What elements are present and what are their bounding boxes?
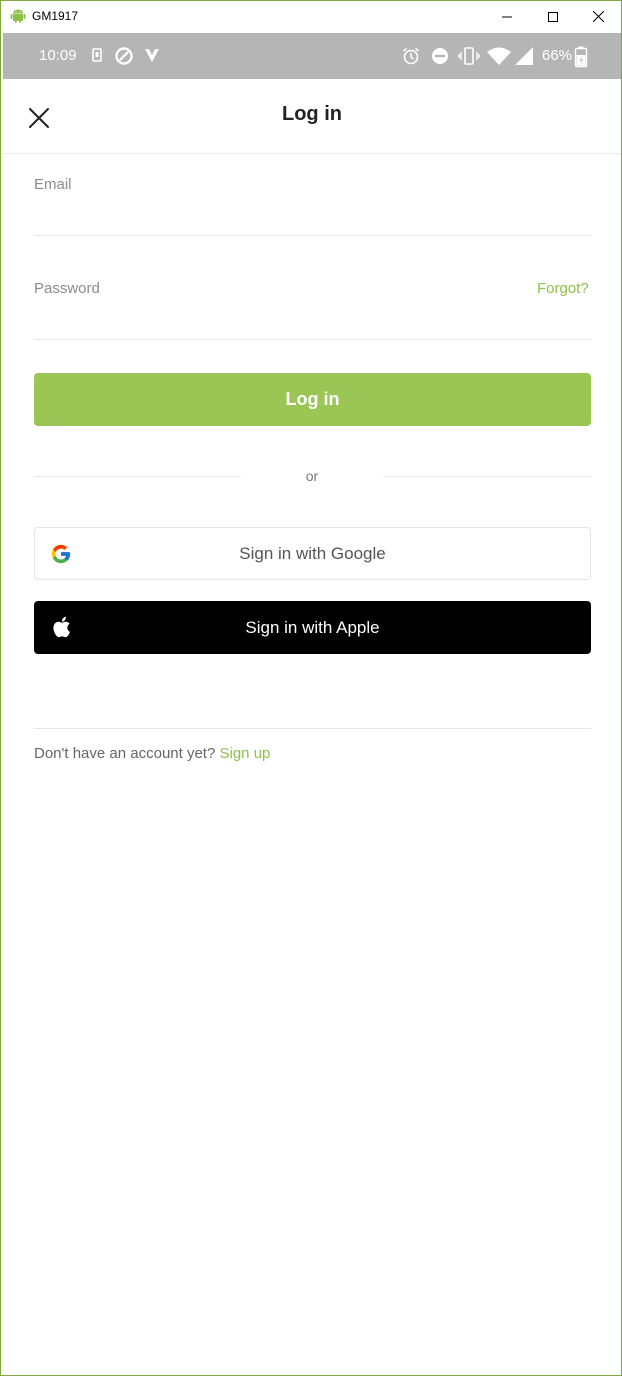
minimize-button[interactable]	[484, 1, 530, 32]
minimize-icon	[502, 16, 512, 17]
page-title: Log in	[282, 103, 342, 125]
password-field[interactable]	[34, 310, 591, 340]
vibrate-icon	[458, 47, 480, 65]
window-title-bar: GM1917	[1, 1, 621, 32]
wifi-icon	[487, 47, 511, 65]
window-close-button[interactable]	[575, 1, 621, 32]
do-not-disturb-icon	[432, 48, 448, 64]
battery-percent: 66%	[542, 47, 573, 64]
apple-signin-button[interactable]: Sign in with Apple	[34, 601, 591, 654]
status-time: 10:09	[39, 47, 77, 64]
login-button[interactable]: Log in	[34, 373, 591, 426]
google-signin-label: Sign in with Google	[239, 543, 386, 563]
app-window: GM1917 10:09 66% Log in Email Password F…	[0, 0, 622, 1376]
status-bar: 10:09 66%	[3, 33, 621, 79]
password-label: Password	[34, 280, 100, 297]
alarm-icon	[402, 47, 420, 65]
google-signin-button[interactable]: Sign in with Google	[34, 527, 591, 580]
divider-right	[383, 476, 591, 477]
signup-prompt-text: Don't have an account yet?	[34, 745, 216, 762]
sim-icon	[92, 48, 102, 62]
google-icon	[51, 544, 71, 564]
email-label: Email	[34, 176, 72, 193]
app-header: Log in	[3, 79, 621, 154]
email-field[interactable]	[34, 206, 591, 236]
footer-divider	[34, 728, 591, 729]
data-saver-icon	[115, 47, 133, 65]
battery-icon	[574, 46, 588, 68]
signup-link[interactable]: Sign up	[220, 745, 271, 762]
maximize-icon	[548, 11, 558, 22]
apple-signin-label: Sign in with Apple	[245, 617, 380, 637]
android-icon	[10, 9, 26, 23]
window-title: GM1917	[32, 9, 79, 23]
signal-icon	[515, 47, 533, 65]
vpn-icon	[145, 49, 159, 62]
apple-icon	[53, 616, 70, 638]
maximize-button[interactable]	[530, 1, 576, 32]
close-icon	[592, 11, 604, 22]
signup-prompt: Don't have an account yet? Sign up	[34, 745, 270, 762]
forgot-password-link[interactable]: Forgot?	[537, 280, 589, 297]
